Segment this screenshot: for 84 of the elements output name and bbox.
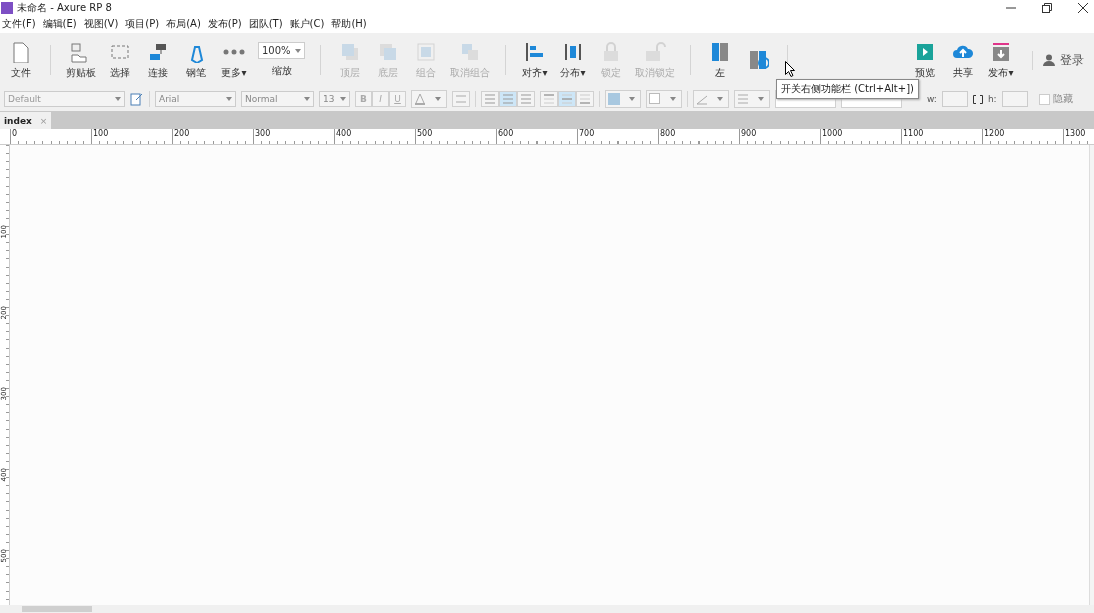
align-middle-icon-button[interactable] [558, 91, 576, 107]
toolbar-button[interactable]: 对齐▾ [518, 37, 552, 83]
align-bottom-icon-button[interactable] [576, 91, 594, 107]
align-icon [524, 40, 546, 63]
restore-icon[interactable] [1042, 2, 1052, 13]
toolbar-button[interactable]: 分布▾ [556, 37, 590, 83]
align-center-icon [502, 94, 514, 104]
font-color-dropdown[interactable] [411, 90, 447, 108]
menu-item[interactable]: 项目(P) [125, 17, 160, 31]
menu-item[interactable]: 布局(A) [166, 17, 201, 31]
fill-swatch-icon [608, 93, 620, 105]
height-label: h: [987, 94, 997, 104]
width-label: w: [927, 94, 937, 104]
line-style-dropdown[interactable] [734, 90, 770, 108]
align-center-icon-button[interactable] [499, 91, 517, 107]
login-button[interactable]: 登录 [1032, 50, 1090, 70]
toolbar-button[interactable]: 左 [703, 37, 737, 83]
ruler-label: 1300 [1063, 129, 1086, 143]
ruler-label: 800 [658, 129, 676, 143]
align-right-icon [520, 94, 532, 104]
window-title: 未命名 - Axure RP 8 [17, 0, 112, 15]
menu-item[interactable]: 发布(P) [207, 17, 242, 31]
align-top-icon [543, 94, 555, 104]
shadow-icon [649, 93, 661, 105]
fill-color-dropdown[interactable] [605, 90, 641, 108]
tool-label: 缩放 [271, 64, 292, 78]
tooltip: 开关右侧功能栏 (Ctrl+Alt+]) [776, 79, 919, 99]
toolbar-button[interactable]: 钢笔 [179, 37, 213, 83]
ruler-label: 1100 [901, 129, 924, 143]
ruler-label: 200 [172, 129, 190, 143]
ruler-label: 400 [334, 129, 352, 143]
menu-item[interactable]: 视图(V) [83, 17, 119, 31]
ruler-label: 600 [496, 129, 514, 143]
ruler-label: 100 [91, 129, 109, 143]
menu-item[interactable]: 帮助(H) [331, 17, 367, 31]
line-color-dropdown[interactable] [693, 90, 729, 108]
toolbar-button[interactable]: 文件 [4, 37, 38, 83]
ruler-label: 1000 [820, 129, 843, 143]
ruler-label: 900 [739, 129, 757, 143]
align-right-icon-button[interactable] [517, 91, 535, 107]
align-middle-icon [561, 94, 573, 104]
toolbar-button[interactable]: 共享 [946, 37, 980, 83]
page-tab[interactable]: index × [0, 112, 52, 129]
toolbar-button[interactable]: 发布▾ [984, 37, 1018, 83]
bullet-list-button[interactable] [452, 91, 470, 107]
ruler-label: 0 [10, 129, 18, 143]
vertical-scrollbar[interactable] [1089, 145, 1094, 605]
toolbar-button[interactable]: 更多▾ [217, 37, 251, 83]
close-icon[interactable] [1078, 2, 1088, 13]
mouse-cursor-icon [785, 61, 796, 77]
user-icon [1043, 54, 1055, 66]
width-field[interactable] [941, 91, 968, 107]
left-panel-icon [709, 40, 731, 63]
style-manager-icon[interactable] [130, 92, 144, 106]
align-left-icon-button[interactable] [481, 91, 499, 107]
toolbar-button[interactable]: 剪贴板 [63, 37, 99, 83]
dots-icon [223, 48, 245, 55]
toolbar-button[interactable]: 选择 [103, 37, 137, 83]
align-left-icon [484, 94, 496, 104]
menu-item[interactable]: 编辑(E) [42, 17, 77, 31]
download-icon [990, 40, 1012, 63]
list-icon [455, 94, 467, 104]
group-icon [415, 40, 437, 63]
line-style-icon [737, 93, 749, 105]
ruler-label: 700 [577, 129, 595, 143]
shadow-dropdown[interactable] [646, 90, 682, 108]
lock-ratio-icon[interactable] [972, 94, 983, 104]
ruler-label: 1200 [982, 129, 1005, 143]
menu-item[interactable]: 团队(T) [248, 17, 283, 31]
align-top-icon-button[interactable] [540, 91, 558, 107]
unlock-icon [644, 40, 666, 63]
ruler-label: 500 [415, 129, 433, 143]
ruler-label: 300 [253, 129, 271, 143]
line-color-icon [696, 93, 708, 105]
zoom-dropdown[interactable]: 100% [258, 42, 305, 59]
right-panel-icon [747, 49, 769, 71]
app-logo-icon [1, 1, 13, 14]
menu-item[interactable]: 账户(C) [289, 17, 325, 31]
menu-item[interactable]: 文件(F) [2, 17, 36, 31]
file-icon [10, 40, 32, 63]
font-color-icon [414, 93, 426, 105]
align-bottom-icon [579, 94, 591, 104]
height-field[interactable] [1001, 91, 1028, 107]
toolbar-button[interactable]: 连接 [141, 37, 175, 83]
